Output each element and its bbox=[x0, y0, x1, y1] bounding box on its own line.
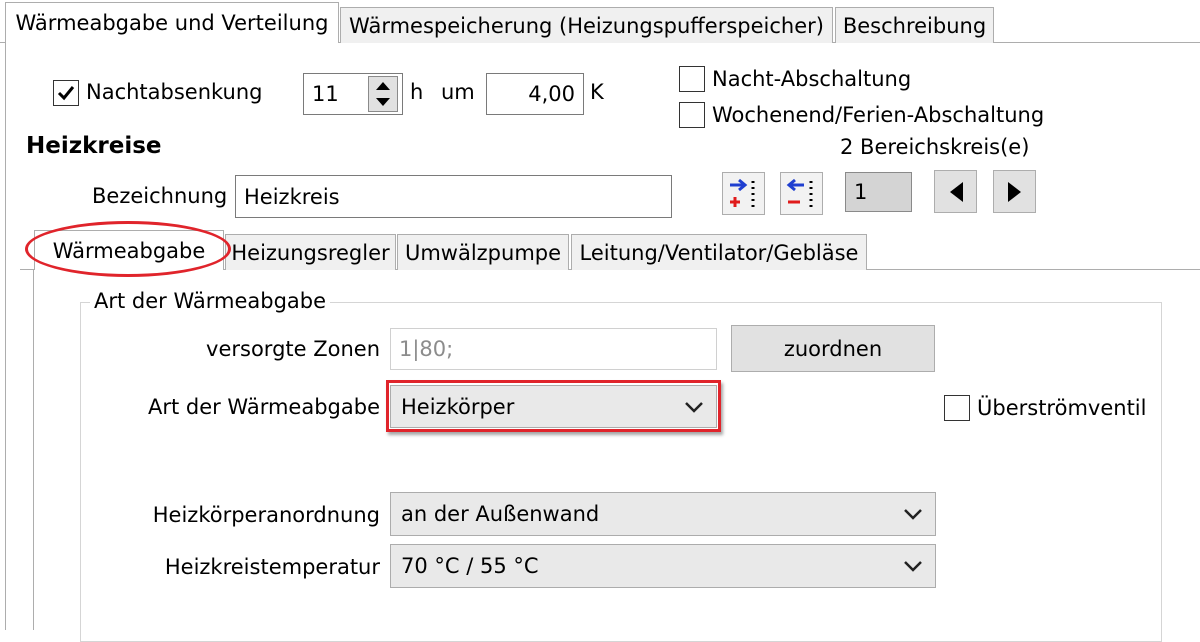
remove-circuit-icon bbox=[786, 178, 812, 207]
heizkoerperanordnung-label: Heizkörperanordnung bbox=[152, 503, 380, 527]
prev-heizkreis-button[interactable] bbox=[934, 170, 977, 213]
tab-label: Beschreibung bbox=[842, 13, 987, 38]
spin-down-icon[interactable] bbox=[375, 97, 391, 107]
versorgte-zonen-label: versorgte Zonen bbox=[206, 337, 380, 361]
hours-value: 11 bbox=[312, 82, 339, 106]
bezeichnung-input[interactable]: Heizkreis bbox=[235, 175, 672, 218]
hours-unit: h bbox=[410, 80, 424, 104]
kelvin-unit: K bbox=[590, 80, 604, 104]
tab-label: Wärmespeicherung (Heizungspufferspeicher… bbox=[349, 13, 824, 38]
nachtabsenkung-label: Nachtabsenkung bbox=[86, 80, 263, 104]
zuordnen-button[interactable]: zuordnen bbox=[731, 325, 935, 372]
arrow-right-icon bbox=[1007, 181, 1021, 202]
versorgte-zonen-input: 1|80; bbox=[390, 328, 717, 370]
art-der-waermeabgabe-label: Art der Wärmeabgabe bbox=[147, 395, 380, 419]
heizkoerperanordnung-select[interactable]: an der Außenwand bbox=[390, 492, 936, 536]
tab-beschreibung[interactable]: Beschreibung bbox=[835, 7, 994, 43]
sub-panel-left-border bbox=[33, 269, 34, 630]
spin-up-icon[interactable] bbox=[375, 81, 391, 91]
highlight-box-art-select bbox=[386, 380, 721, 432]
nacht-abschaltung-checkbox[interactable] bbox=[679, 66, 705, 92]
bezeichnung-value: Heizkreis bbox=[244, 184, 340, 209]
heizkreistemperatur-label: Heizkreistemperatur bbox=[164, 555, 380, 579]
bereichskreis-count: 2 Bereichskreis(e) bbox=[840, 135, 1030, 159]
subtab-umwaelzpumpe[interactable]: Umwälzpumpe bbox=[397, 234, 569, 270]
tab-label: Leitung/Ventilator/Gebläse bbox=[579, 240, 859, 265]
ueberstroemventil-label: Überströmventil bbox=[977, 396, 1147, 420]
chevron-down-icon bbox=[904, 561, 922, 572]
arrow-left-icon bbox=[949, 181, 963, 202]
heizkreise-heading: Heizkreise bbox=[26, 133, 162, 159]
tab-label: Heizungsregler bbox=[231, 240, 390, 265]
heizkreistemperatur-value: 70 °C / 55 °C bbox=[401, 554, 539, 578]
heizkreis-index-value: 1 bbox=[854, 180, 868, 204]
tab-waermespeicherung[interactable]: Wärmespeicherung (Heizungspufferspeicher… bbox=[340, 7, 833, 43]
chevron-down-icon bbox=[904, 509, 922, 520]
tab-label: Umwälzpumpe bbox=[404, 240, 562, 265]
nachtabsenkung-checkbox[interactable] bbox=[53, 80, 79, 106]
kelvin-value: 4,00 bbox=[528, 82, 575, 106]
subtab-heizungsregler[interactable]: Heizungsregler bbox=[225, 234, 396, 270]
group-title: Art der Wärmeabgabe bbox=[90, 289, 331, 313]
wochenend-abschaltung-checkbox[interactable] bbox=[679, 102, 705, 128]
nacht-abschaltung-label: Nacht-Abschaltung bbox=[712, 67, 912, 91]
bezeichnung-label: Bezeichnung bbox=[92, 184, 228, 208]
add-circuit-icon bbox=[729, 178, 754, 207]
add-heizkreis-button[interactable] bbox=[722, 172, 765, 215]
ueberstroemventil-checkbox[interactable] bbox=[944, 395, 970, 421]
wochenend-abschaltung-label: Wochenend/Ferien-Abschaltung bbox=[712, 103, 1045, 127]
heizkreistemperatur-select[interactable]: 70 °C / 55 °C bbox=[390, 544, 936, 588]
next-heizkreis-button[interactable] bbox=[993, 170, 1036, 213]
remove-heizkreis-button[interactable] bbox=[780, 172, 823, 215]
um-label: um bbox=[441, 80, 475, 104]
heizkreis-index-field[interactable]: 1 bbox=[845, 172, 912, 212]
kelvin-input[interactable]: 4,00 bbox=[486, 73, 584, 115]
tab-label: Wärmeabgabe und Verteilung bbox=[15, 11, 329, 35]
versorgte-zonen-value: 1|80; bbox=[399, 337, 454, 361]
hours-spinner-buttons[interactable] bbox=[368, 76, 398, 112]
tab-waermeabgabe-und-verteilung[interactable]: Wärmeabgabe und Verteilung bbox=[5, 2, 339, 43]
checkmark-icon bbox=[57, 86, 75, 101]
top-panel-left-border bbox=[5, 42, 6, 630]
subtab-leitung-ventilator-geblaese[interactable]: Leitung/Ventilator/Gebläse bbox=[571, 234, 867, 270]
heizkoerperanordnung-value: an der Außenwand bbox=[401, 502, 600, 526]
zuordnen-label: zuordnen bbox=[783, 336, 883, 361]
highlight-ellipse-waermeabgabe-tab bbox=[25, 221, 231, 277]
